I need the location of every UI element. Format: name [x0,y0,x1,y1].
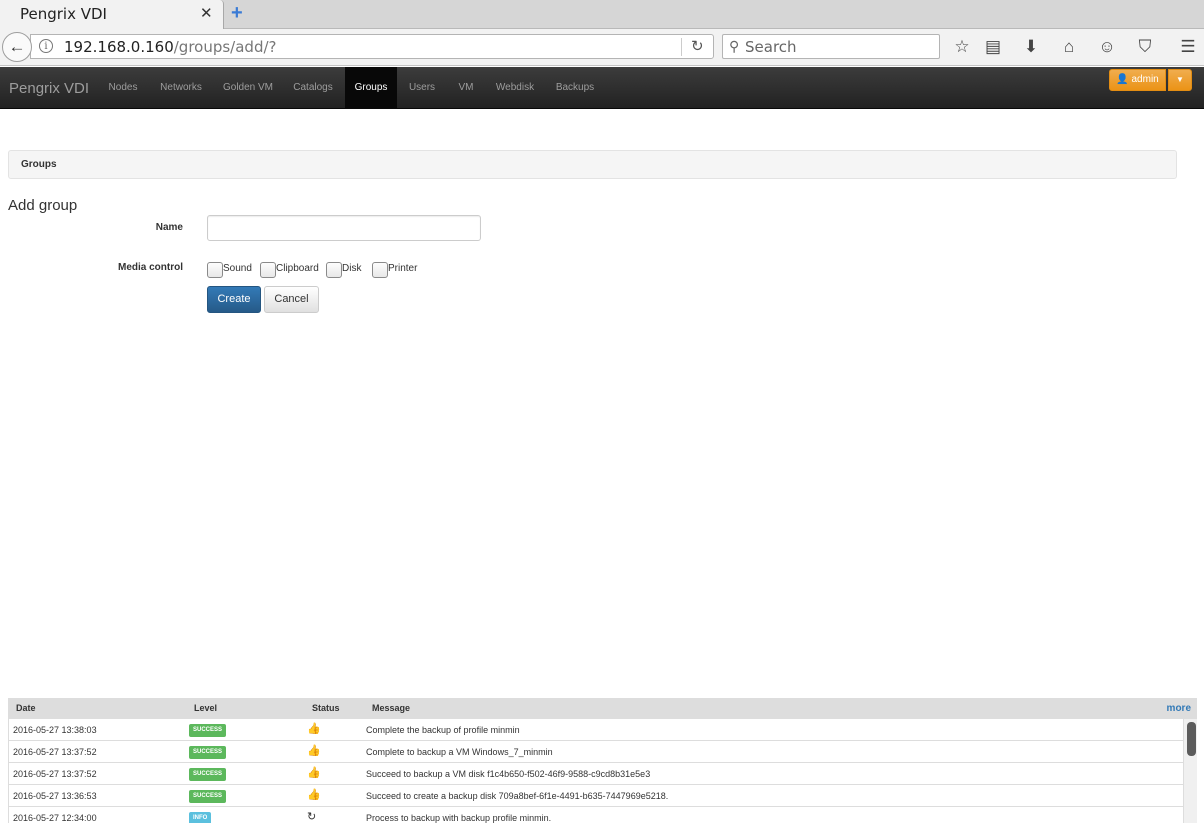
log-header-status: Status [312,703,340,713]
level-badge: SUCCESS [189,746,227,759]
log-date: 2016-05-27 12:34:00 [13,813,97,823]
level-badge: INFO [189,812,212,823]
nav-groups[interactable]: Groups [345,67,397,108]
breadcrumb-item: Groups [21,159,57,170]
log-row: 2016-05-27 12:34:00 INFO ↻ Process to ba… [9,807,1183,823]
log-row: 2016-05-27 13:37:52 SUCCESS 👍 Succeed to… [9,763,1183,785]
url-bar[interactable]: i 192.168.0.160/groups/add/? ↻ [30,34,714,59]
url-divider [681,38,682,56]
clipboard-checkbox[interactable] [260,262,276,278]
log-header-date: Date [16,703,36,713]
thumbs-up-icon: 👍 [307,767,321,779]
clipboard-label: Clipboard [276,263,319,274]
scrollbar-thumb[interactable] [1187,722,1196,756]
name-input[interactable] [207,215,481,241]
nav-nodes[interactable]: Nodes [100,67,146,108]
sound-label: Sound [223,263,252,274]
log-header: Date Level Status Message more [8,698,1197,719]
level-badge: SUCCESS [189,768,227,781]
disk-label: Disk [342,263,362,274]
log-scrollbar[interactable] [1183,719,1197,823]
log-message: Succeed to backup a VM disk f1c4b650-f50… [366,769,651,779]
name-label: Name [155,222,183,233]
log-date: 2016-05-27 13:36:53 [13,791,97,801]
user-label: admin [1131,74,1159,85]
printer-checkbox[interactable] [372,262,388,278]
arrow-left-icon: ← [8,37,26,56]
caret-down-icon: ▼ [1176,75,1184,84]
nav-vm[interactable]: VM [451,67,481,108]
thumbs-up-icon: 👍 [307,723,321,735]
nav-golden-vm[interactable]: Golden VM [216,67,280,108]
refresh-icon: ↻ [307,811,317,823]
disk-checkbox[interactable] [326,262,342,278]
info-icon[interactable]: i [39,39,53,53]
reading-list-icon[interactable]: ▤ [982,36,1004,58]
page-title: Add group [8,197,78,214]
download-icon[interactable]: ⬇ [1020,36,1042,58]
event-log-panel: Date Level Status Message more 2016-05-2… [8,698,1197,823]
log-date: 2016-05-27 13:37:52 [13,769,97,779]
menu-icon[interactable]: ☰ [1177,36,1199,58]
log-row: 2016-05-27 13:38:03 SUCCESS 👍 Complete t… [9,719,1183,741]
nav-webdisk[interactable]: Webdisk [489,67,541,108]
user-icon: 👤 [1116,74,1129,85]
browser-tab[interactable]: Pengrix VDI ✕ [0,0,224,29]
log-date: 2016-05-27 13:37:52 [13,747,97,757]
thumbs-up-icon: 👍 [307,745,321,757]
new-tab-icon[interactable]: + [231,2,243,25]
app-navbar: Pengrix VDI Nodes Networks Golden VM Cat… [0,67,1204,109]
url-text[interactable]: 192.168.0.160/groups/add/? [64,38,277,56]
nav-catalogs[interactable]: Catalogs [286,67,340,108]
app-brand[interactable]: Pengrix VDI [9,80,89,97]
log-body: 2016-05-27 13:38:03 SUCCESS 👍 Complete t… [8,719,1197,823]
pocket-icon[interactable]: ⛉ [1134,36,1156,58]
level-badge: SUCCESS [189,790,227,803]
nav-backups[interactable]: Backups [550,67,600,108]
browser-tab-bar: Pengrix VDI ✕ + [0,0,1204,29]
log-message: Succeed to create a backup disk 709a8bef… [366,791,669,801]
create-button[interactable]: Create [207,286,261,313]
home-icon[interactable]: ⌂ [1058,36,1080,58]
log-row: 2016-05-27 13:36:53 SUCCESS 👍 Succeed to… [9,785,1183,807]
user-dropdown-toggle[interactable]: ▼ [1168,69,1192,91]
level-badge: SUCCESS [189,724,227,737]
close-icon[interactable]: ✕ [200,4,213,22]
log-message: Complete the backup of profile minmin [366,725,520,735]
reload-icon[interactable]: ↻ [691,37,704,55]
cancel-button[interactable]: Cancel [264,286,319,313]
search-icon: ⚲ [729,38,740,54]
log-row: 2016-05-27 13:37:52 SUCCESS 👍 Complete t… [9,741,1183,763]
thumbs-up-icon: 👍 [307,789,321,801]
log-header-level: Level [194,703,218,713]
tab-title: Pengrix VDI [20,5,107,23]
hello-icon[interactable]: ☺ [1096,36,1118,58]
log-message: Complete to backup a VM Windows_7_minmin [366,747,553,757]
log-header-message: Message [372,703,411,713]
browser-toolbar: i 192.168.0.160/groups/add/? ↻ ← ⚲ ☆ ▤ ⬇… [0,29,1204,66]
nav-networks[interactable]: Networks [152,67,210,108]
breadcrumb: Groups [8,150,1177,179]
user-button[interactable]: 👤 admin [1109,69,1166,91]
search-input[interactable] [745,36,935,57]
nav-users[interactable]: Users [402,67,442,108]
log-message: Process to backup with backup profile mi… [366,813,552,823]
log-date: 2016-05-27 13:38:03 [13,725,97,735]
bookmark-star-icon[interactable]: ☆ [951,36,973,58]
media-control-label: Media control [117,262,183,273]
search-box[interactable]: ⚲ [722,34,940,59]
printer-label: Printer [388,263,418,274]
more-link[interactable]: more [1167,703,1191,714]
back-button[interactable]: ← [2,32,32,62]
sound-checkbox[interactable] [207,262,223,278]
